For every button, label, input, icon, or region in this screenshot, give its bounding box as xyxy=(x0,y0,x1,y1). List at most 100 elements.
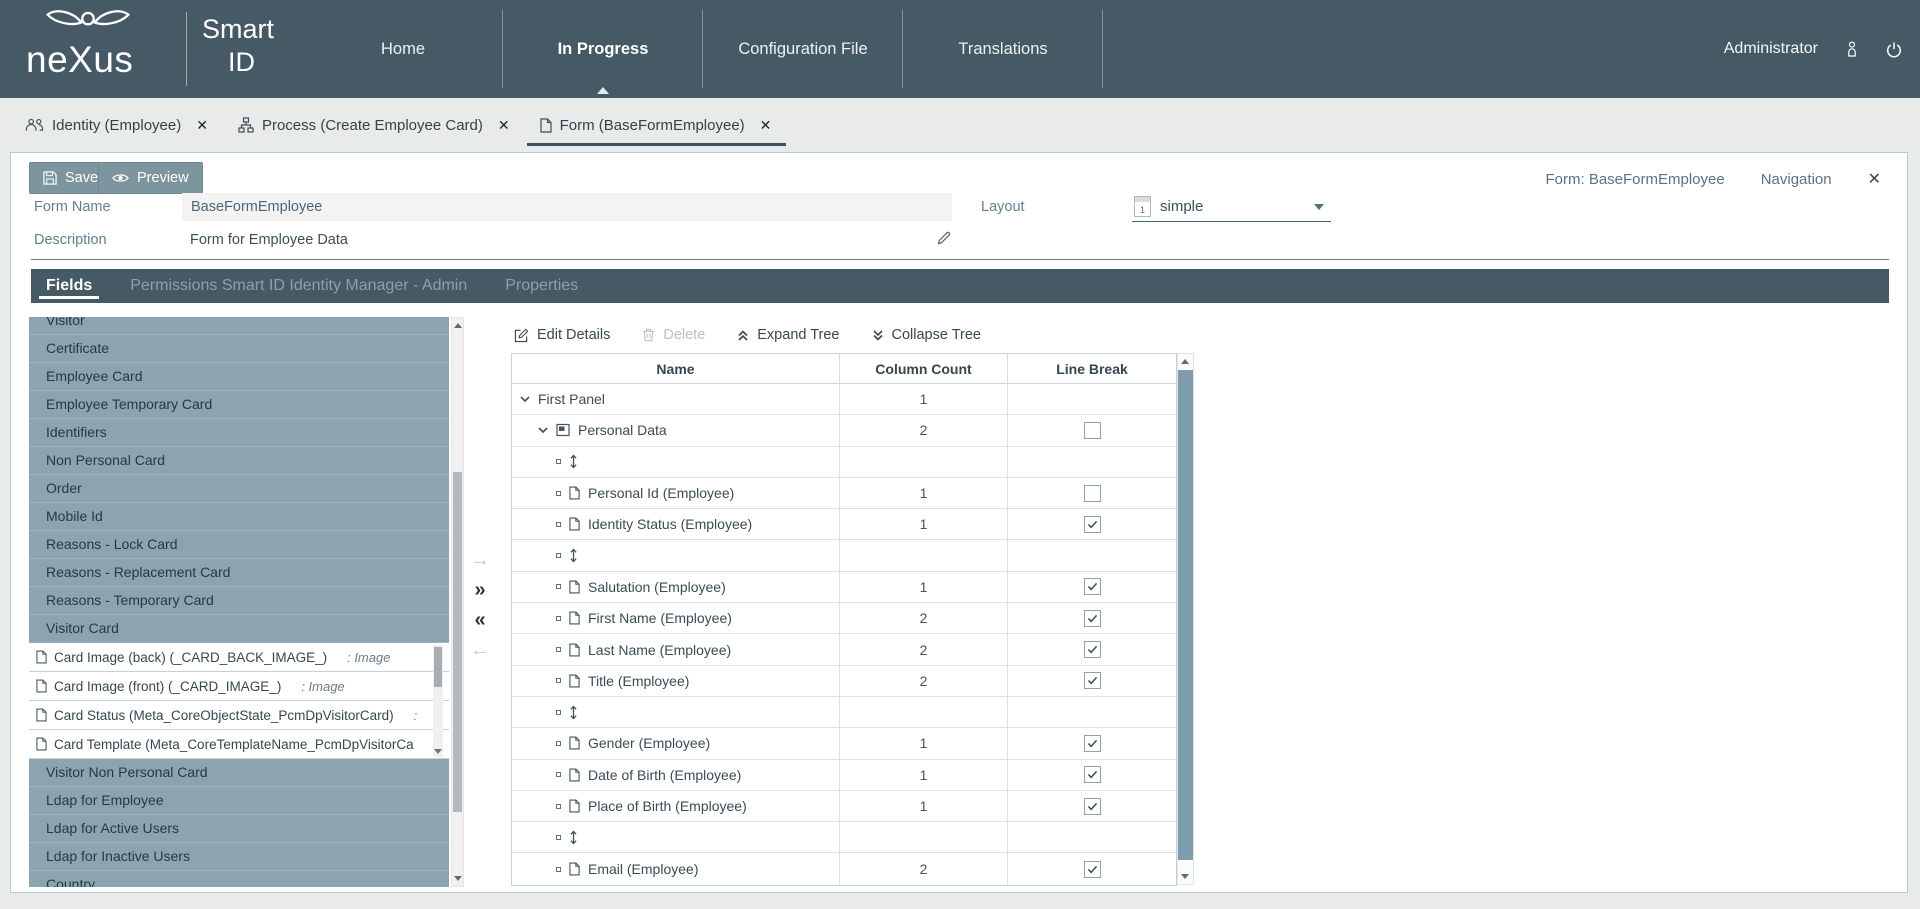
field-group-order[interactable]: Order xyxy=(29,475,449,503)
sublist-scroll-down-arrow[interactable] xyxy=(434,749,442,754)
line-break-checkbox[interactable] xyxy=(1084,422,1101,439)
line-break-checkbox[interactable] xyxy=(1084,578,1101,595)
move-all-right-button[interactable]: » xyxy=(466,577,494,603)
tree-table-scrollbar[interactable] xyxy=(1177,353,1194,885)
menu-item-translations[interactable]: Translations xyxy=(903,0,1103,98)
sublist-scrollbar-thumb[interactable] xyxy=(434,647,442,687)
field-group-employee-temporary-card[interactable]: Employee Temporary Card xyxy=(29,391,449,419)
tree-toolbar: Edit DetailsDeleteExpand TreeCollapse Tr… xyxy=(514,321,981,349)
user-name: Administrator xyxy=(1724,40,1818,58)
section-tab-permissions-smart-id-identity-manager-admin[interactable]: Permissions Smart ID Identity Manager - … xyxy=(130,269,467,303)
preview-button[interactable]: Preview xyxy=(98,162,203,194)
line-break-checkbox[interactable] xyxy=(1084,861,1101,878)
tree-row-last-name-employee[interactable]: Last Name (Employee)2 xyxy=(512,634,1176,665)
field-group-ldap-for-inactive-users[interactable]: Ldap for Inactive Users xyxy=(29,843,449,871)
field-group-reasons-replacement-card[interactable]: Reasons - Replacement Card xyxy=(29,559,449,587)
tree-row-date-of-birth-employee[interactable]: Date of Birth (Employee)1 xyxy=(512,760,1176,791)
field-group-visitor[interactable]: Visitor xyxy=(29,317,449,335)
section-tab-fields[interactable]: Fields xyxy=(46,269,92,303)
tree-row-title-employee[interactable]: Title (Employee)2 xyxy=(512,666,1176,697)
table-scroll-down-arrow[interactable] xyxy=(1181,874,1189,879)
line-break-checkbox[interactable] xyxy=(1084,610,1101,627)
field-item-label: Card Image (back) (_CARD_BACK_IMAGE_) xyxy=(54,650,327,665)
field-item-card-status-meta-coreobjectstate-pcmdpvisitorcard[interactable]: Card Status (Meta_CoreObjectState_PcmDpV… xyxy=(29,701,449,730)
move-all-left-button[interactable]: « xyxy=(466,607,494,633)
workspace-tab-process-create-employee-card[interactable]: Process (Create Employee Card)✕ xyxy=(235,104,513,146)
panel-icon xyxy=(556,423,570,437)
document-icon xyxy=(569,643,580,657)
field-group-country[interactable]: Country xyxy=(29,871,449,887)
field-group-mobile-id[interactable]: Mobile Id xyxy=(29,503,449,531)
logout-power-icon[interactable] xyxy=(1886,41,1902,58)
layout-select[interactable]: 1 simple xyxy=(1132,192,1331,222)
navigation-link[interactable]: Navigation xyxy=(1761,171,1832,188)
tree-row-spacer[interactable] xyxy=(512,447,1176,478)
tree-row-line-break-cell xyxy=(1008,760,1176,790)
tab-close-icon[interactable]: ✕ xyxy=(498,117,510,134)
workspace-tab-identity-employee[interactable]: Identity (Employee)✕ xyxy=(22,104,211,146)
field-item-label: Card Template (Meta_CoreTemplateName_Pcm… xyxy=(54,737,414,752)
tree-row-first-panel[interactable]: First Panel1 xyxy=(512,384,1176,415)
field-item-card-image-back-card-back-image[interactable]: Card Image (back) (_CARD_BACK_IMAGE_): I… xyxy=(29,643,449,672)
layout-label: Layout xyxy=(981,199,1025,215)
tree-row-spacer[interactable] xyxy=(512,822,1176,853)
field-group-visitor-non-personal-card[interactable]: Visitor Non Personal Card xyxy=(29,759,449,787)
tree-row-salutation-employee[interactable]: Salutation (Employee)1 xyxy=(512,572,1176,603)
menu-item-home[interactable]: Home xyxy=(303,0,503,98)
tree-row-spacer[interactable] xyxy=(512,540,1176,571)
panel-close-icon[interactable]: ✕ xyxy=(1868,169,1881,189)
field-group-ldap-for-active-users[interactable]: Ldap for Active Users xyxy=(29,815,449,843)
sublist-scrollbar[interactable] xyxy=(433,645,443,757)
tree-row-column-count: 1 xyxy=(840,728,1008,758)
tree-table-scrollbar-thumb[interactable] xyxy=(1178,370,1193,860)
description-value[interactable]: Form for Employee Data xyxy=(190,232,348,248)
line-break-checkbox[interactable] xyxy=(1084,672,1101,689)
user-icon[interactable] xyxy=(1846,41,1858,57)
line-break-checkbox[interactable] xyxy=(1084,641,1101,658)
tree-row-place-of-birth-employee[interactable]: Place of Birth (Employee)1 xyxy=(512,791,1176,822)
field-group-reasons-lock-card[interactable]: Reasons - Lock Card xyxy=(29,531,449,559)
tree-row-personal-data[interactable]: Personal Data2 xyxy=(512,415,1176,446)
field-group-non-personal-card[interactable]: Non Personal Card xyxy=(29,447,449,475)
tree-row-gender-employee[interactable]: Gender (Employee) 1 xyxy=(512,728,1176,759)
drag-vertical-icon xyxy=(569,548,578,563)
tree-row-personal-id-employee[interactable]: Personal Id (Employee)1 xyxy=(512,478,1176,509)
field-group-identifiers[interactable]: Identifiers xyxy=(29,419,449,447)
edit-description-pencil-icon[interactable] xyxy=(936,230,952,251)
tree-row-spacer[interactable] xyxy=(512,697,1176,728)
field-group-reasons-temporary-card[interactable]: Reasons - Temporary Card xyxy=(29,587,449,615)
tab-close-icon[interactable]: ✕ xyxy=(760,117,772,134)
line-break-checkbox[interactable] xyxy=(1084,485,1101,502)
menu-item-in-progress[interactable]: In Progress xyxy=(503,0,703,98)
line-break-checkbox[interactable] xyxy=(1084,735,1101,752)
tree-row-name-cell: Date of Birth (Employee) xyxy=(512,760,840,790)
scroll-down-arrow[interactable] xyxy=(454,876,462,881)
fields-list-scrollbar[interactable] xyxy=(451,317,464,887)
line-break-checkbox[interactable] xyxy=(1084,516,1101,533)
scroll-up-arrow[interactable] xyxy=(454,323,462,328)
line-break-checkbox[interactable] xyxy=(1084,798,1101,815)
tree-row-identity-status-employee[interactable]: Identity Status (Employee)1 xyxy=(512,509,1176,540)
expand-tree-button[interactable]: Expand Tree xyxy=(737,327,839,343)
table-scroll-up-arrow[interactable] xyxy=(1181,359,1189,364)
field-item-card-template-meta-coretemplatename-pcmdpvisitorca[interactable]: Card Template (Meta_CoreTemplateName_Pcm… xyxy=(29,730,449,759)
main-menu: HomeIn ProgressConfiguration FileTransla… xyxy=(303,0,1103,98)
tree-row-first-name-employee[interactable]: First Name (Employee)2 xyxy=(512,603,1176,634)
edit-details-button[interactable]: Edit Details xyxy=(514,327,610,343)
field-group-employee-card[interactable]: Employee Card xyxy=(29,363,449,391)
line-break-checkbox[interactable] xyxy=(1084,766,1101,783)
workspace-tab-form-baseformemployee[interactable]: Form (BaseFormEmployee)✕ xyxy=(537,104,775,146)
section-tab-properties[interactable]: Properties xyxy=(505,269,578,303)
menu-item-configuration-file[interactable]: Configuration File xyxy=(703,0,903,98)
fields-list-scrollbar-thumb[interactable] xyxy=(453,472,462,812)
document-icon xyxy=(569,517,580,531)
field-group-ldap-for-employee[interactable]: Ldap for Employee xyxy=(29,787,449,815)
tree-row-label: Gender (Employee) xyxy=(588,735,710,751)
field-item-card-image-front-card-image[interactable]: Card Image (front) (_CARD_IMAGE_): Image xyxy=(29,672,449,701)
tree-row-email-employee[interactable]: Email (Employee)2 xyxy=(512,853,1176,884)
form-name-input[interactable]: BaseFormEmployee xyxy=(182,193,952,221)
collapse-tree-button[interactable]: Collapse Tree xyxy=(872,327,981,343)
field-group-certificate[interactable]: Certificate xyxy=(29,335,449,363)
field-group-visitor-card[interactable]: Visitor Card xyxy=(29,615,449,643)
tab-close-icon[interactable]: ✕ xyxy=(196,117,208,134)
